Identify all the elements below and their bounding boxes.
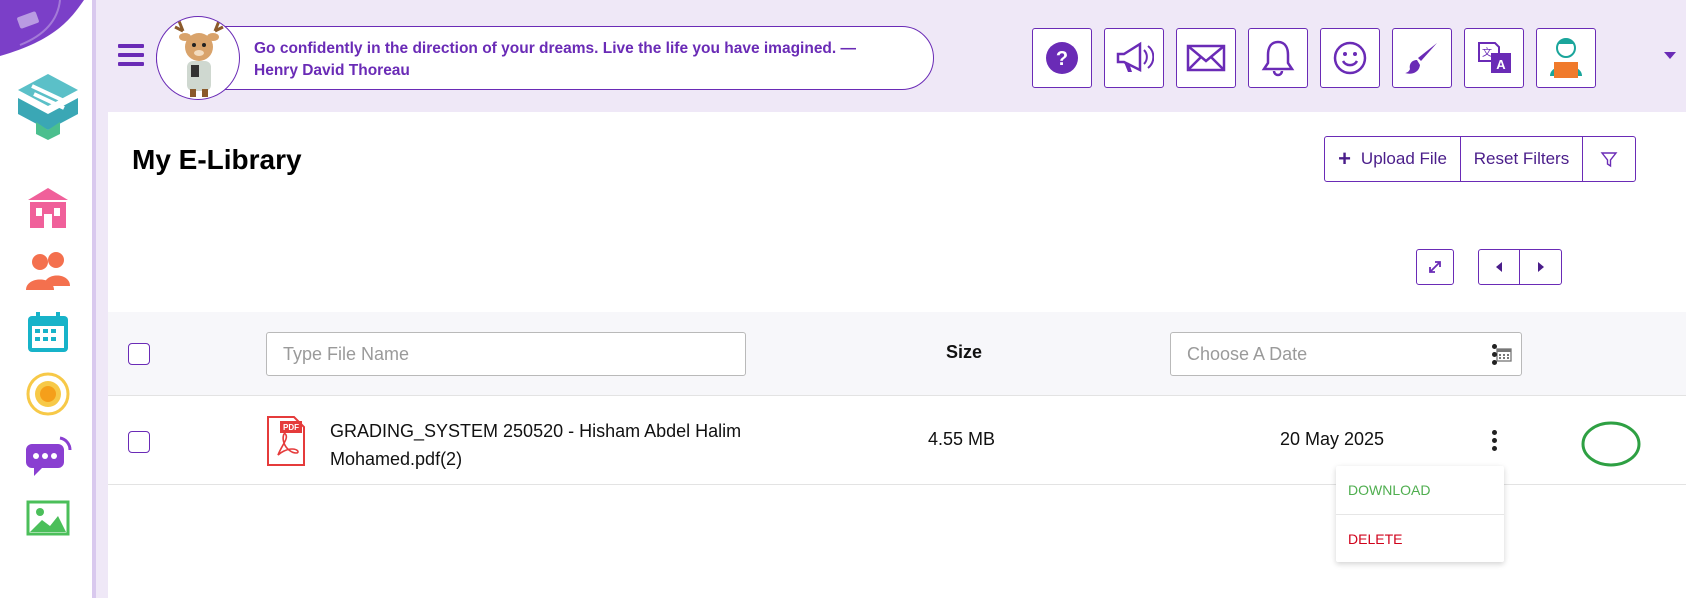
toolbar-button-group: + Upload File Reset Filters [1324, 136, 1636, 182]
chevron-left-icon [1496, 262, 1502, 272]
file-name-link[interactable]: GRADING_SYSTEM 250520 - Hisham Abdel Hal… [330, 417, 770, 473]
help-icon: ? [1046, 42, 1078, 74]
people-icon[interactable] [24, 246, 72, 294]
pdf-file-icon: PDF [267, 416, 305, 466]
file-size: 4.55 MB [928, 429, 996, 449]
file-name-line-2: Mohamed.pdf(2) [330, 449, 463, 469]
help-button[interactable]: ? [1032, 28, 1092, 88]
school-icon[interactable] [24, 184, 72, 232]
delete-menu-item[interactable]: DELETE [1336, 514, 1504, 562]
language-button[interactable]: A 文 [1464, 28, 1524, 88]
row-checkbox[interactable] [128, 431, 150, 453]
file-date: 20 May 2025 [1280, 429, 1385, 449]
size-column-header: Size [946, 342, 983, 362]
table-header-row: Size [108, 312, 1686, 396]
filter-icon [1600, 152, 1618, 168]
megaphone-icon [1116, 41, 1154, 73]
image-icon[interactable] [24, 494, 72, 542]
row-more-options-icon[interactable] [1492, 430, 1498, 454]
previous-page-button[interactable] [1479, 250, 1521, 284]
file-name-search-input[interactable] [266, 332, 746, 376]
pagination-group [1478, 249, 1562, 285]
motivational-quote: Go confidently in the direction of your … [254, 38, 894, 82]
plus-icon: + [1338, 146, 1351, 171]
svg-text:?: ? [1056, 48, 1068, 70]
svg-text:A: A [1496, 57, 1506, 72]
select-all-checkbox[interactable] [128, 343, 150, 365]
sidebar [0, 0, 96, 598]
download-menu-item[interactable]: DOWNLOAD [1336, 466, 1504, 514]
header-more-options-icon[interactable] [1492, 344, 1498, 368]
notifications-button[interactable] [1248, 28, 1308, 88]
page-title: My E-Library [132, 144, 302, 175]
smiley-icon [1333, 41, 1367, 75]
menu-icon[interactable] [118, 44, 144, 66]
deer-mascot-avatar [156, 16, 240, 100]
user-avatar [1550, 38, 1582, 78]
upload-file-button[interactable]: + Upload File [1325, 137, 1461, 181]
translate-icon: A 文 [1478, 42, 1511, 73]
expand-icon [1429, 261, 1441, 273]
highlight-circle-annotation [1581, 421, 1641, 467]
theme-button[interactable] [1392, 28, 1452, 88]
calendar-picker-icon[interactable] [1496, 346, 1512, 362]
brand-logo[interactable] [12, 70, 84, 142]
row-actions-menu: DOWNLOAD DELETE [1336, 466, 1504, 562]
target-icon[interactable] [24, 370, 72, 418]
profile-button[interactable] [1536, 28, 1596, 88]
next-page-button[interactable] [1520, 250, 1561, 284]
expand-button[interactable] [1416, 249, 1454, 285]
bell-icon [1261, 40, 1295, 77]
pdf-badge-text: PDF [283, 423, 299, 432]
profile-dropdown-caret[interactable] [1664, 52, 1676, 59]
collapse-tab-icon[interactable] [0, 0, 84, 60]
brush-icon [1405, 43, 1437, 74]
chevron-right-icon [1537, 262, 1544, 272]
mail-icon [1186, 44, 1226, 72]
calendar-icon[interactable] [24, 308, 72, 356]
quote-line-1: Go confidently in the direction of your … [254, 40, 857, 57]
svg-text:文: 文 [1482, 46, 1492, 59]
quote-author: Henry David Thoreau [254, 62, 410, 79]
announcements-button[interactable] [1104, 28, 1164, 88]
file-name-line-1: GRADING_SYSTEM 250520 - Hisham Abdel Hal… [330, 421, 742, 441]
messages-button[interactable] [1176, 28, 1236, 88]
mood-button[interactable] [1320, 28, 1380, 88]
upload-file-label: Upload File [1360, 149, 1447, 168]
chat-icon[interactable] [24, 432, 72, 480]
date-filter-input[interactable] [1170, 332, 1522, 376]
reset-filters-label: Reset Filters [1473, 149, 1570, 168]
top-bar: Go confidently in the direction of your … [104, 0, 1686, 110]
filter-button[interactable] [1583, 137, 1635, 181]
reset-filters-button[interactable]: Reset Filters [1461, 137, 1583, 181]
